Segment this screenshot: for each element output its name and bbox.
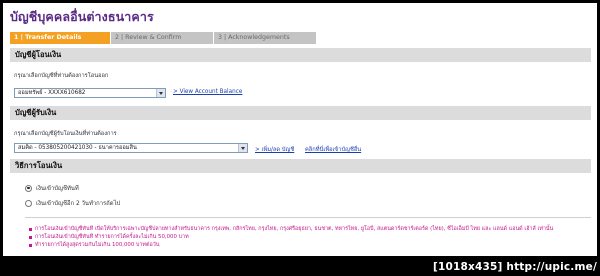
step-review-confirm: 2 | Review & Confirm [110,32,213,44]
page-title: บัญชีบุคคลอื่นต่างธนาคาร [10,9,154,24]
from-account-selected: ออมทรัพย์ - XXXX610682 [18,90,86,96]
from-account-select[interactable]: ออมทรัพย์ - XXXX610682 [14,88,166,98]
step-indicator: 1 | Transfer Details 2 | Review & Confir… [10,32,316,44]
note-item: การโอนเงินเข้าบัญชีทันที ทำรายการได้ครั้… [29,233,585,241]
option-immediate-label: เงินเข้าบัญชีทันที [36,186,79,192]
option-immediate[interactable]: เงินเข้าบัญชีทันที [25,183,79,193]
from-account-heading: บัญชีผู้โอนเงิน [10,48,591,62]
notes-list: การโอนเงินเข้าบัญชีทันที เปิดให้บริการเฉ… [29,225,585,249]
to-account-selected: สมคิด - 053805200421030 - ธนาคารออมสิน [18,145,137,151]
to-account-instruction: กรุณาเลือกบัญชีผู้รับโอนเงินที่ท่านต้องก… [14,131,117,137]
divider [25,217,591,218]
chevron-down-icon[interactable] [238,144,247,152]
from-account-instruction: กรุณาเลือกบัญชีที่ท่านต้องการโอนออก [14,73,109,79]
other-account-link[interactable]: คลิกที่นี่เพื่อเข้าบัญชีอื่น [305,144,361,154]
radio-immediate[interactable] [25,184,32,192]
note-item: การโอนเงินเข้าบัญชีทันที เปิดให้บริการเฉ… [29,225,585,233]
add-remove-account-link[interactable]: > เพิ่ม/ลด บัญชี [255,144,294,154]
view-account-balance-link[interactable]: > View Account Balance [173,89,242,95]
to-account-select[interactable]: สมคิด - 053805200421030 - ธนาคารออมสิน [14,143,248,153]
step-acknowledgements: 3 | Acknowledgements [213,32,316,44]
option-two-days-label: เงินเข้าบัญชีอีก 2 วันทำการถัดไป [36,201,121,207]
transfer-method-heading: วิธีการโอนเงิน [10,159,591,173]
radio-two-days[interactable] [25,199,32,207]
to-account-heading: บัญชีผู้รับเงิน [10,106,591,120]
image-watermark: [1018x435] http://upic.me/ [433,261,597,273]
step-transfer-details: 1 | Transfer Details [10,32,110,44]
page-frame: บัญชีบุคคลอื่นต่างธนาคาร 1 | Transfer De… [3,3,597,256]
chevron-down-icon[interactable] [156,89,165,97]
option-two-days[interactable]: เงินเข้าบัญชีอีก 2 วันทำการถัดไป [25,198,120,208]
note-item: ทำรายการได้สูงสุดรวมกันไม่เกิน 100,000 บ… [29,241,585,249]
